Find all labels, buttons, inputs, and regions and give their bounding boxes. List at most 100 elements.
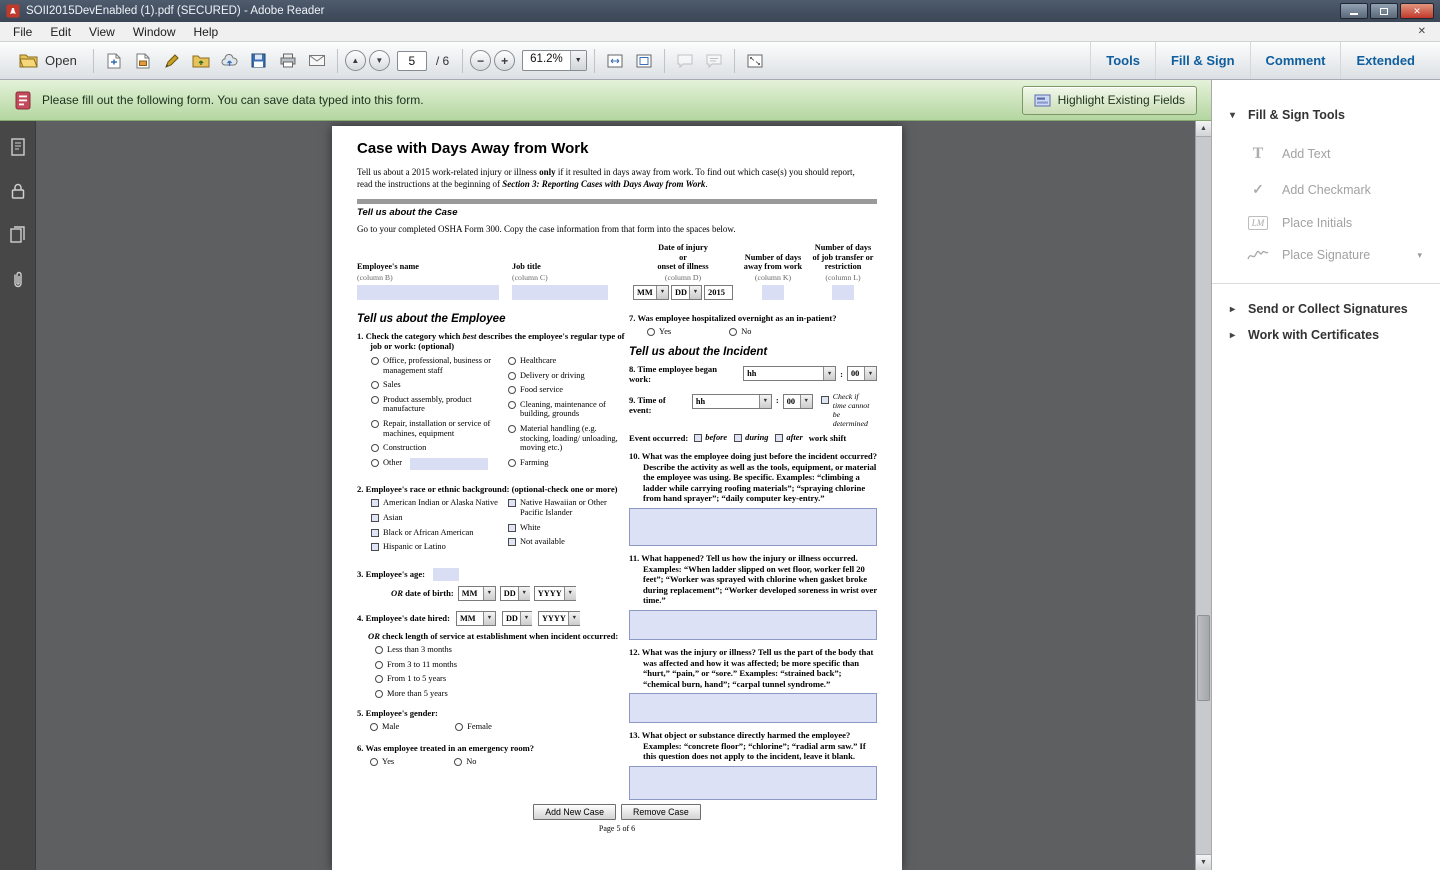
toolbar-nav-link[interactable]: Comment — [1250, 42, 1341, 79]
job-category-option-other[interactable]: Other — [371, 458, 508, 470]
q10-answer-field[interactable] — [629, 508, 877, 546]
comment-bubble-button[interactable] — [672, 48, 698, 74]
q12-answer-field[interactable] — [629, 693, 877, 723]
dropdown-caret-icon[interactable]: ▼ — [518, 587, 530, 600]
emergency-room-option[interactable]: Yes — [370, 757, 394, 767]
previous-page-button[interactable]: ▲ — [345, 50, 366, 71]
menubar-close-icon[interactable]: ✕ — [1408, 26, 1436, 37]
job-category-option[interactable]: Healthcare — [508, 356, 629, 366]
length-of-service-option[interactable]: From 3 to 11 months — [375, 660, 629, 670]
job-category-option[interactable]: Farming — [508, 458, 629, 468]
race-option[interactable]: Native Hawaiian or Other Pacific Islande… — [508, 498, 629, 517]
event-shift-option[interactable]: before — [694, 433, 727, 442]
race-option[interactable]: Not available — [508, 537, 629, 547]
dropdown-caret-icon[interactable]: ▼ — [520, 612, 532, 625]
event-shift-option[interactable]: during — [734, 433, 768, 442]
dropdown-caret-icon[interactable]: ▼ — [689, 286, 701, 299]
event-shift-option[interactable]: after — [775, 433, 802, 442]
job-category-option[interactable]: Sales — [371, 380, 508, 390]
menu-item[interactable]: Window — [124, 24, 185, 40]
toolbar-nav-link[interactable]: Extended — [1340, 42, 1430, 79]
zoom-in-button[interactable]: + — [494, 50, 515, 71]
save-button[interactable] — [246, 48, 272, 74]
place-signature-tool[interactable]: Place Signature ▾ — [1212, 239, 1440, 271]
add-checkmark-tool[interactable]: ✓ Add Checkmark — [1212, 172, 1440, 207]
signature-caret-icon[interactable]: ▾ — [1417, 250, 1422, 261]
q13-answer-field[interactable] — [629, 766, 877, 800]
email-button[interactable] — [304, 48, 330, 74]
hospitalized-option[interactable]: No — [729, 327, 751, 337]
dob-month-dropdown[interactable]: MM▼ — [458, 586, 496, 601]
vertical-scrollbar[interactable]: ▲ ▼ — [1195, 121, 1211, 870]
length-of-service-option[interactable]: Less than 3 months — [375, 645, 629, 655]
cloud-upload-button[interactable] — [217, 48, 243, 74]
job-category-option[interactable]: Material handling (e.g. stocking, loadin… — [508, 424, 629, 453]
close-button[interactable]: ✕ — [1400, 3, 1434, 19]
add-new-case-button[interactable]: Add New Case — [533, 804, 616, 820]
days-transfer-field[interactable] — [832, 285, 854, 300]
length-of-service-option[interactable]: From 1 to 5 years — [375, 674, 629, 684]
employee-age-field[interactable] — [433, 568, 459, 581]
days-away-field[interactable] — [762, 285, 784, 300]
event-minute-dropdown[interactable]: 00▼ — [783, 394, 813, 409]
employee-name-field[interactable] — [357, 285, 499, 300]
place-initials-tool[interactable]: LM Place Initials — [1212, 207, 1440, 239]
convert-file-button[interactable] — [130, 48, 156, 74]
dropdown-caret-icon[interactable]: ▼ — [864, 367, 876, 380]
toolbar-nav-link[interactable]: Tools — [1090, 42, 1155, 79]
dob-year-dropdown[interactable]: YYYY▼ — [534, 586, 576, 601]
document-canvas[interactable]: Case with Days Away from Work Tell us ab… — [36, 121, 1195, 870]
dropdown-caret-icon[interactable]: ▼ — [483, 587, 495, 600]
job-category-option[interactable]: Food service — [508, 385, 629, 395]
toolbar-nav-link[interactable]: Fill & Sign — [1155, 42, 1250, 79]
job-category-option[interactable]: Cleaning, maintenance of building, groun… — [508, 400, 629, 419]
menu-item[interactable]: View — [80, 24, 124, 40]
fullscreen-button[interactable] — [742, 48, 768, 74]
fit-width-button[interactable] — [602, 48, 628, 74]
job-category-option[interactable]: Product assembly, product manufacture — [371, 395, 508, 414]
job-category-option[interactable]: Office, professional, business or manage… — [371, 356, 508, 375]
minimize-button[interactable] — [1340, 3, 1368, 19]
race-option[interactable]: Asian — [371, 513, 508, 523]
print-button[interactable] — [275, 48, 301, 74]
maximize-button[interactable] — [1370, 3, 1398, 19]
page-thumbnails-button[interactable] — [6, 135, 30, 159]
race-option[interactable]: Black or African American — [371, 528, 508, 538]
race-option[interactable]: White — [508, 523, 629, 533]
highlight-existing-fields-button[interactable]: Highlight Existing Fields — [1022, 86, 1197, 115]
scrollbar-thumb[interactable] — [1197, 615, 1210, 701]
zoom-out-button[interactable]: − — [470, 50, 491, 71]
next-page-button[interactable]: ▼ — [369, 50, 390, 71]
share-folder-button[interactable] — [188, 48, 214, 74]
export-pdf-button[interactable] — [101, 48, 127, 74]
other-category-field[interactable] — [410, 458, 488, 470]
dropdown-caret-icon[interactable]: ▼ — [759, 395, 771, 408]
injury-month-dropdown[interactable]: MM▼ — [633, 285, 669, 300]
menu-item[interactable]: Edit — [41, 24, 80, 40]
hired-day-dropdown[interactable]: DD▼ — [502, 611, 532, 626]
sign-pen-button[interactable] — [159, 48, 185, 74]
race-option[interactable]: American Indian or Alaska Native — [371, 498, 508, 508]
work-with-certificates-section[interactable]: ▸ Work with Certificates — [1212, 322, 1440, 348]
security-panel-button[interactable] — [6, 179, 30, 203]
pages-panel-button[interactable] — [6, 223, 30, 247]
gender-option[interactable]: Male — [370, 722, 399, 732]
q11-answer-field[interactable] — [629, 610, 877, 640]
job-title-field[interactable] — [512, 285, 608, 300]
race-option[interactable]: Hispanic or Latino — [371, 542, 508, 552]
add-text-tool[interactable]: T Add Text — [1212, 136, 1440, 172]
dropdown-caret-icon[interactable]: ▼ — [823, 367, 835, 380]
zoom-level-select[interactable]: 61.2% ▼ — [522, 50, 587, 71]
dropdown-caret-icon[interactable]: ▼ — [564, 587, 576, 600]
began-work-minute-dropdown[interactable]: 00▼ — [847, 366, 877, 381]
open-button[interactable]: Open — [10, 47, 86, 75]
dob-day-dropdown[interactable]: DD▼ — [500, 586, 530, 601]
dropdown-caret-icon[interactable]: ▼ — [568, 612, 580, 625]
remove-case-button[interactable]: Remove Case — [621, 804, 701, 820]
menu-item[interactable]: Help — [185, 24, 228, 40]
hired-year-dropdown[interactable]: YYYY▼ — [538, 611, 580, 626]
menu-item[interactable]: File — [4, 24, 41, 40]
emergency-room-option[interactable]: No — [454, 757, 476, 767]
scroll-up-button[interactable]: ▲ — [1196, 121, 1211, 137]
began-work-hour-dropdown[interactable]: hh▼ — [743, 366, 836, 381]
